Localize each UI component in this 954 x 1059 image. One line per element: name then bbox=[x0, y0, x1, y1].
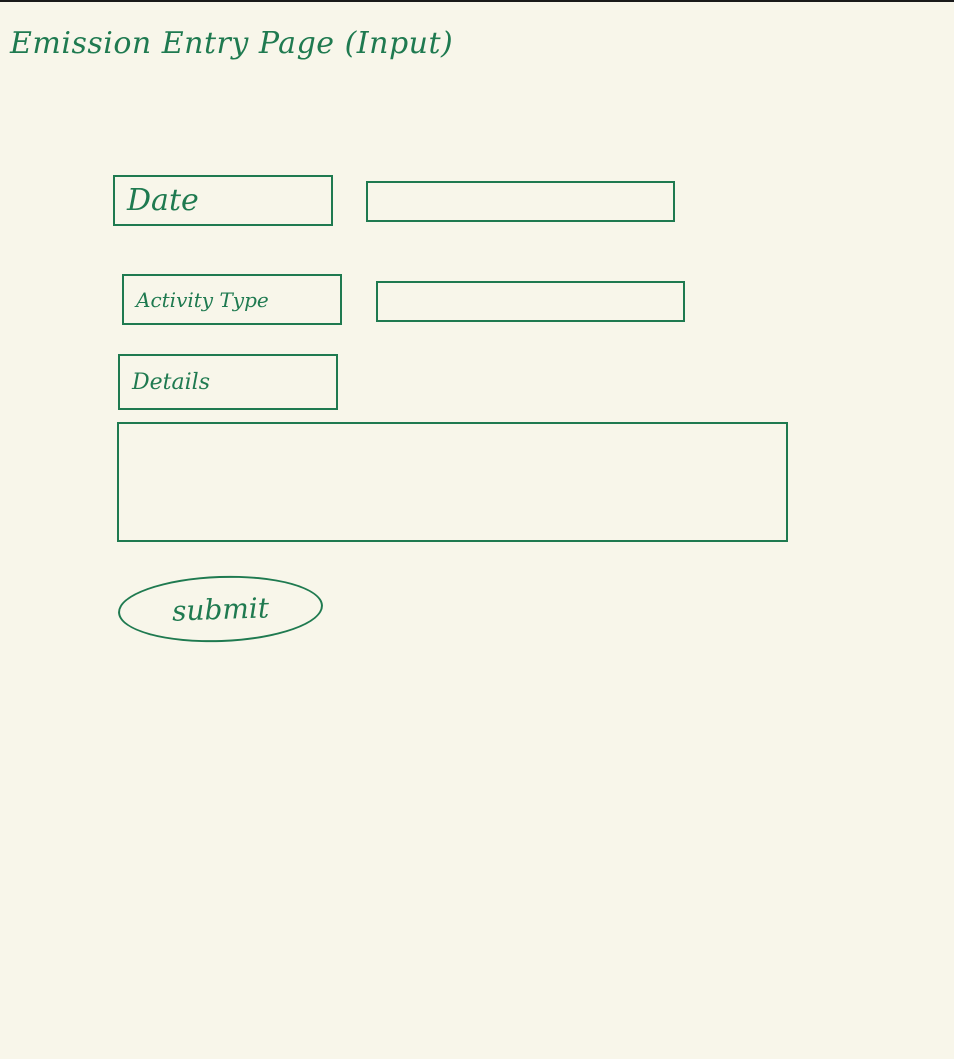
date-label: Date bbox=[127, 183, 199, 218]
details-label: Details bbox=[132, 369, 210, 395]
date-label-box: Date bbox=[113, 175, 333, 226]
submit-label: submit bbox=[171, 590, 270, 628]
top-border bbox=[0, 0, 954, 2]
activity-type-input[interactable] bbox=[376, 281, 685, 322]
activity-type-label: Activity Type bbox=[136, 287, 269, 312]
date-input[interactable] bbox=[366, 181, 675, 222]
details-textarea[interactable] bbox=[117, 422, 788, 542]
details-label-box: Details bbox=[118, 354, 338, 410]
activity-type-label-box: Activity Type bbox=[122, 274, 342, 325]
submit-button[interactable]: submit bbox=[116, 572, 325, 646]
page-title: Emission Entry Page (Input) bbox=[10, 26, 454, 61]
